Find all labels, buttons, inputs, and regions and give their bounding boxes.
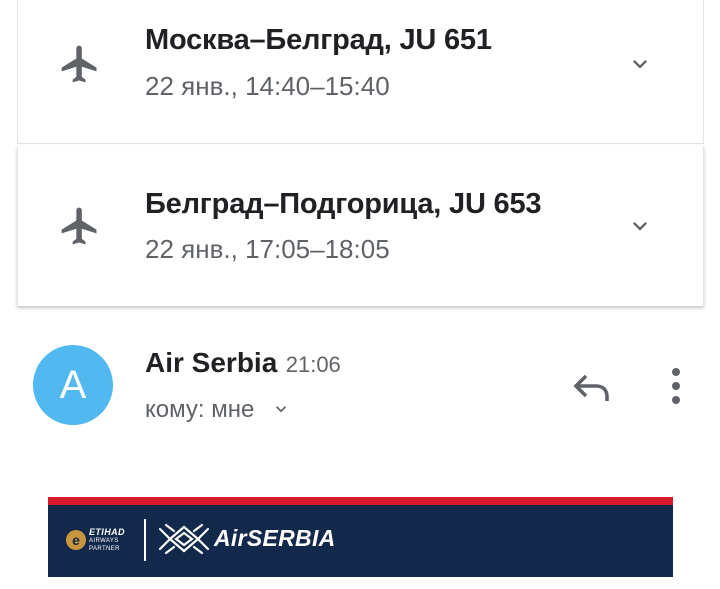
airserbia-emblem-icon (156, 519, 212, 559)
banner-divider (144, 519, 146, 561)
etihad-partner-logo: e ETIHAD AIRWAYS PARTNER (66, 525, 130, 557)
flight-route: Москва–Белград, JU 651 (145, 24, 492, 56)
airplane-icon (58, 42, 102, 86)
flight-card[interactable]: Москва–Белград, JU 651 22 янв., 14:40–15… (17, 0, 704, 144)
recipient-label: кому: мне (145, 396, 255, 423)
airplane-icon (58, 204, 102, 248)
airserbia-banner: e ETIHAD AIRWAYS PARTNER AirSERBIA (48, 497, 673, 577)
partner-line-3: PARTNER (89, 546, 120, 552)
chevron-down-icon (271, 399, 291, 419)
sender-line: Air Serbia 21:06 (145, 347, 341, 379)
chevron-down-icon[interactable] (626, 212, 654, 240)
chevron-down-icon[interactable] (626, 50, 654, 78)
partner-line-1: ETIHAD (89, 527, 125, 537)
flight-card[interactable]: Белград–Подгорица, JU 653 22 янв., 17:05… (17, 146, 704, 306)
partner-line-2: AIRWAYS (89, 538, 119, 544)
flight-time: 22 янв., 17:05–18:05 (145, 234, 390, 264)
airserbia-wordmark: AirSERBIA (214, 525, 336, 551)
reply-icon[interactable] (572, 370, 612, 406)
more-vert-icon[interactable] (664, 366, 688, 406)
sender-name[interactable]: Air Serbia (145, 347, 277, 378)
etihad-e-icon: e (66, 530, 86, 550)
message-time: 21:06 (285, 352, 341, 377)
flight-time: 22 янв., 14:40–15:40 (145, 71, 390, 101)
recipient-toggle[interactable]: кому: мне (145, 396, 291, 424)
avatar[interactable]: A (33, 345, 113, 425)
flight-route: Белград–Подгорица, JU 653 (145, 188, 542, 220)
